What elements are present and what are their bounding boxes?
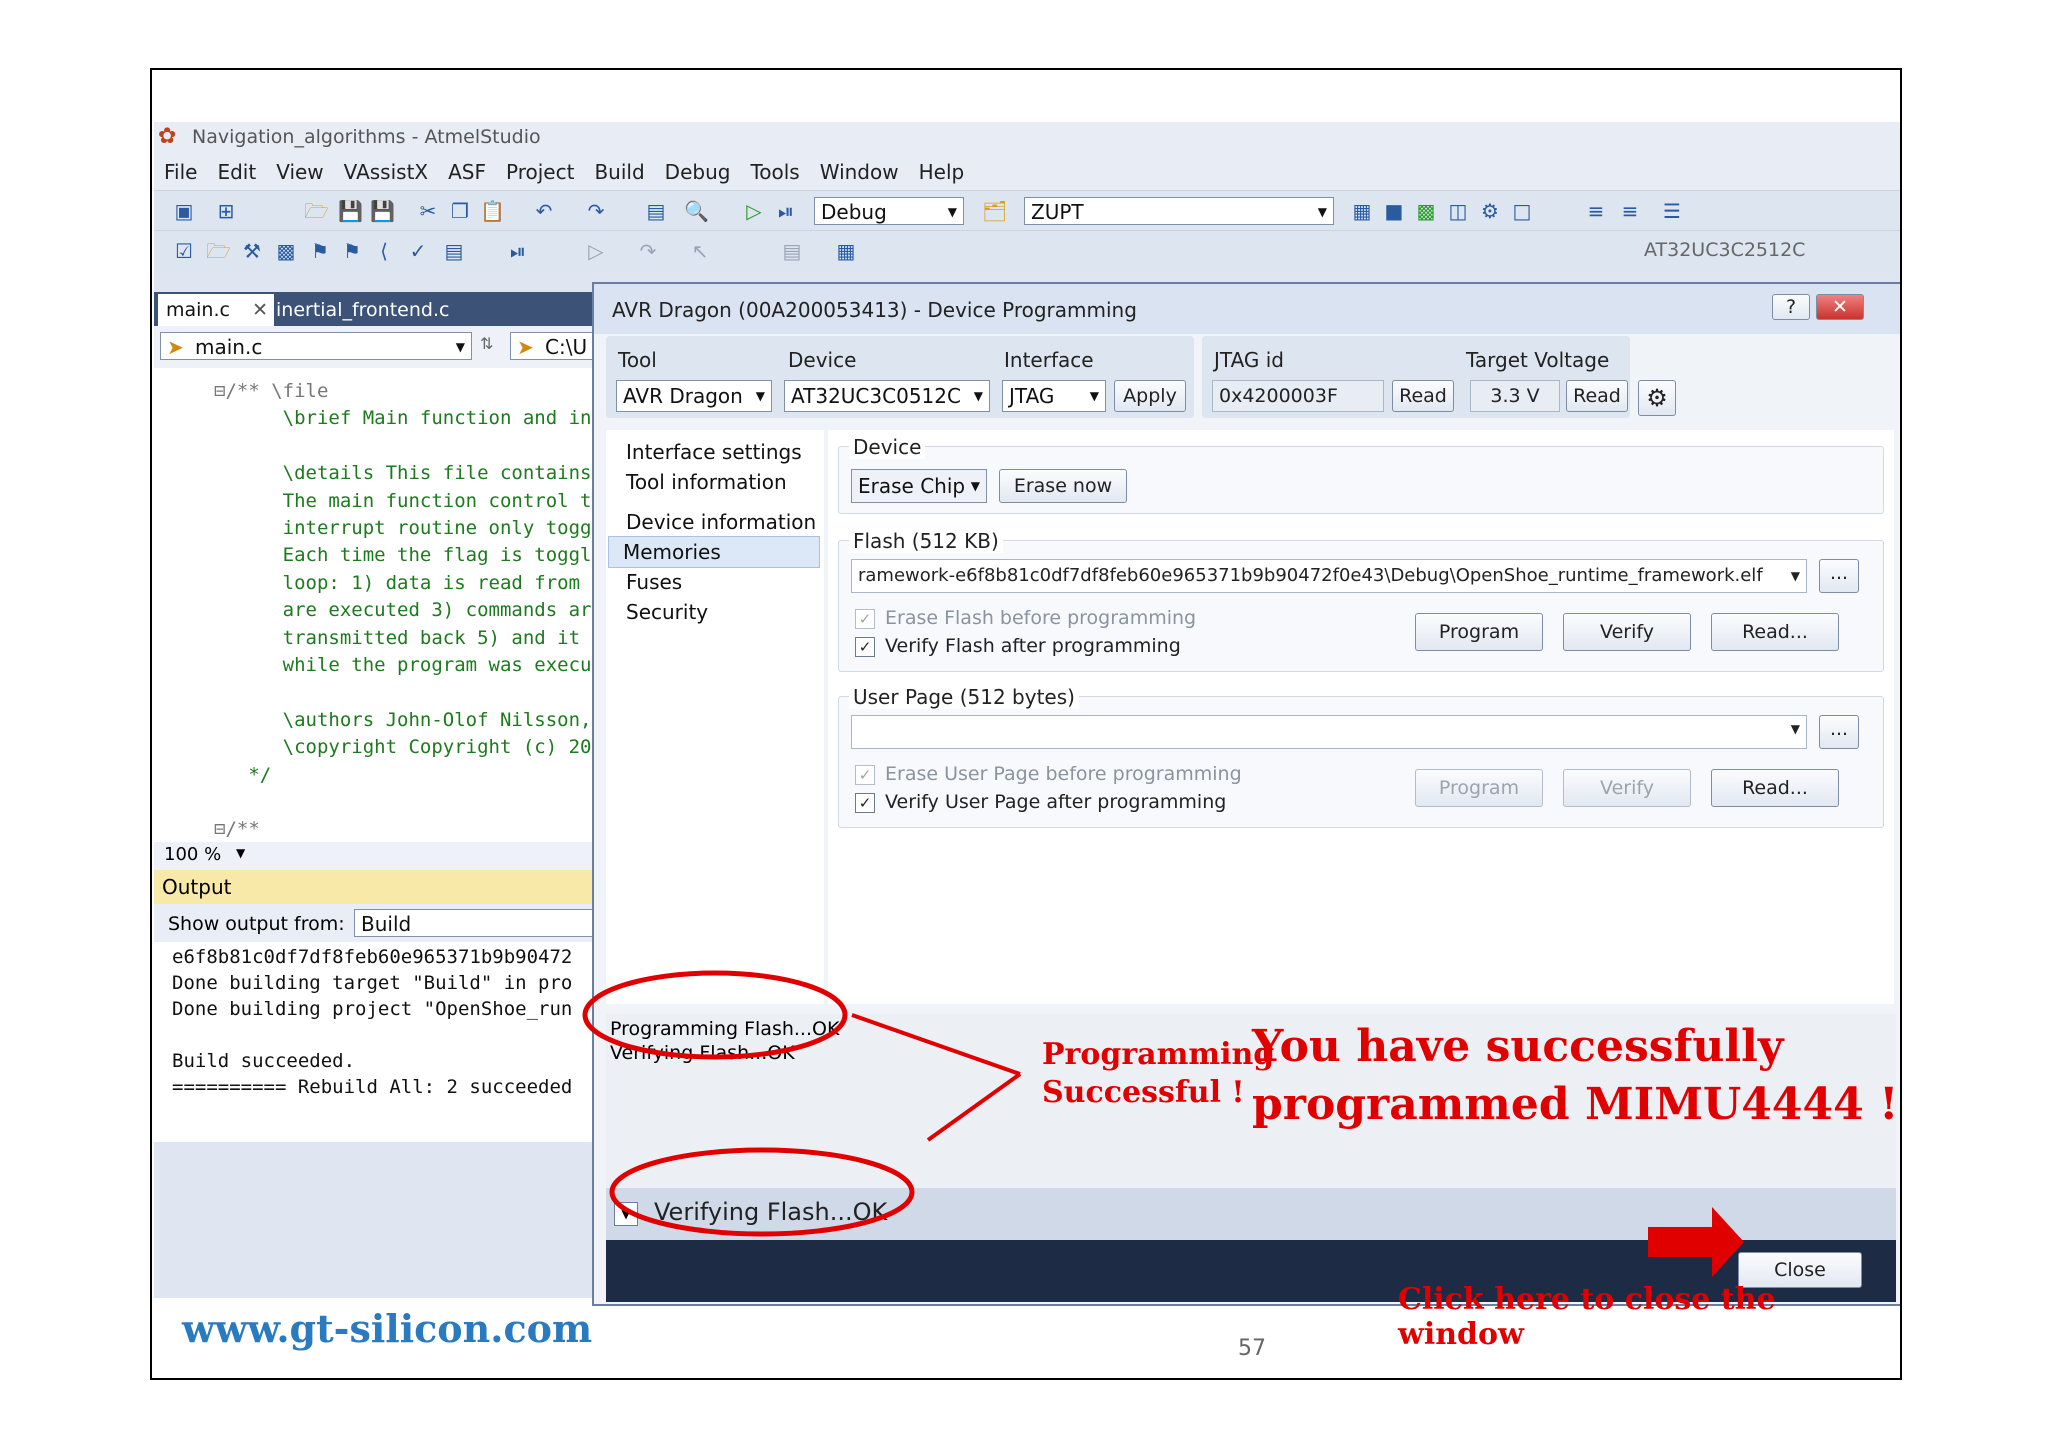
success-headline: You have successfully programmed MIMU444…: [1252, 1021, 1899, 1130]
callout-line-lower: [926, 1072, 1022, 1142]
annotation-overlay: [582, 970, 1744, 1277]
programming-successful-label: Programming Successful !: [1042, 1037, 1275, 1110]
website-link[interactable]: www.gt-silicon.com: [182, 1306, 592, 1351]
log-highlight-ellipse: [582, 970, 848, 1060]
arrow-right-icon: [1648, 1207, 1744, 1277]
close-hint: Click here to close the window: [1398, 1282, 1776, 1352]
slide: ✿ Navigation_algorithms - AtmelStudio Fi…: [150, 68, 1902, 1380]
callout-line-upper: [851, 1013, 1021, 1076]
page-number: 57: [1238, 1336, 1266, 1361]
status-highlight-ellipse: [609, 1147, 915, 1237]
